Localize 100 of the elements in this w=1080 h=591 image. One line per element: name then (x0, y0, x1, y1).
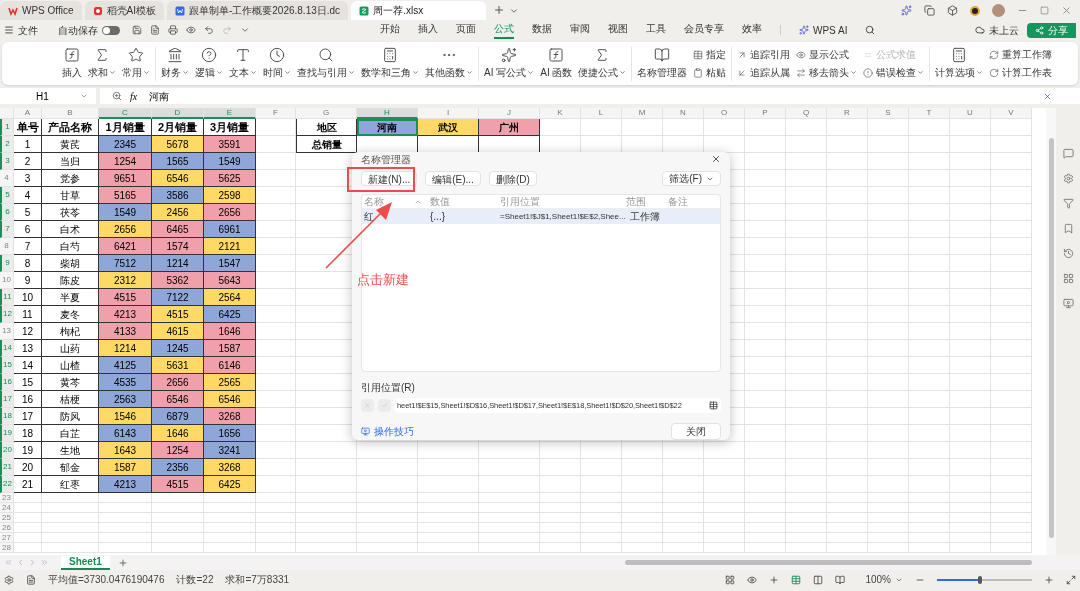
ribbon-button[interactable]: 追踪引用 (737, 47, 791, 62)
chevron-down-icon[interactable] (240, 25, 250, 35)
row-number[interactable]: 5 (0, 187, 14, 204)
zoom-slider-fill[interactable] (937, 578, 980, 581)
row-number[interactable]: 22 (0, 476, 14, 493)
history-icon[interactable] (1062, 248, 1074, 259)
function-label[interactable]: fx (130, 88, 138, 104)
filter-icon[interactable] (1062, 198, 1074, 209)
settings-icon[interactable] (4, 574, 14, 585)
ribbon-button[interactable]: 插入 (62, 47, 82, 80)
ribbon-button[interactable]: 计算工作表 (989, 65, 1053, 80)
ribbon-button[interactable]: 追踪从属 (737, 65, 791, 80)
ribbon-button[interactable]: 逻辑 (195, 47, 223, 80)
column-header[interactable]: 备注 (668, 194, 688, 209)
row-number[interactable]: 21 (0, 459, 14, 476)
row-number[interactable]: 4 (0, 170, 14, 187)
ribbon-button[interactable]: 求和 (88, 47, 116, 80)
row-number[interactable]: 16 (0, 374, 14, 391)
zoom-in-icon[interactable] (1044, 574, 1054, 585)
column-header[interactable]: 名称 (364, 194, 384, 209)
ribbon-tab[interactable]: 开始 (380, 21, 400, 39)
preview-icon[interactable] (186, 25, 196, 35)
undo-icon[interactable] (204, 25, 214, 35)
badge-icon[interactable] (970, 5, 980, 16)
close-button[interactable]: 关闭 (671, 423, 721, 440)
row-number[interactable]: 2 (0, 136, 14, 153)
close-icon[interactable] (711, 154, 721, 164)
cloud-status[interactable]: 未上云 (975, 22, 1019, 38)
range-picker-icon[interactable] (709, 401, 718, 410)
column-letter[interactable]: R (827, 108, 868, 119)
grid-icon[interactable] (725, 574, 736, 585)
page-view-icon[interactable] (813, 574, 824, 585)
autosave-toggle[interactable] (102, 25, 120, 35)
column-letter[interactable]: U (950, 108, 991, 119)
ribbon-button[interactable]: 指定 (693, 47, 727, 62)
clear-icon[interactable] (1043, 91, 1052, 101)
ribbon-button[interactable]: 错误检查 (863, 65, 925, 80)
tips-link[interactable]: 操作技巧 (361, 424, 414, 439)
row-number[interactable]: 13 (0, 323, 14, 340)
row-number[interactable]: 15 (0, 357, 14, 374)
row-number[interactable]: 12 (0, 306, 14, 323)
column-letter[interactable]: C (99, 108, 152, 119)
ribbon-button[interactable]: 时间 (263, 47, 291, 80)
column-letter[interactable]: P (745, 108, 786, 119)
avatar[interactable] (992, 4, 1005, 17)
ribbon-tab[interactable]: 审阅 (570, 21, 590, 39)
ribbon-button[interactable]: 数学和三角 (361, 47, 419, 80)
column-letter[interactable]: D (152, 108, 204, 119)
ribbon-button[interactable]: 重算工作簿 (989, 47, 1053, 62)
column-letter[interactable]: V (991, 108, 1032, 119)
book-icon[interactable] (835, 574, 846, 585)
ribbon-button[interactable]: 常用 (122, 47, 150, 80)
row-number[interactable]: 19 (0, 425, 14, 442)
row-number[interactable]: 6 (0, 204, 14, 221)
row-number[interactable]: 9 (0, 255, 14, 272)
ribbon-button[interactable]: 查找与引用 (297, 47, 355, 80)
grid-icon[interactable] (1062, 273, 1074, 284)
row-number[interactable]: 20 (0, 442, 14, 459)
column-letter[interactable]: B (42, 108, 99, 119)
column-letter[interactable]: E (204, 108, 256, 119)
chevron-down-icon[interactable] (509, 6, 520, 16)
ribbon-button[interactable]: 移去箭头 (796, 65, 858, 80)
column-letter[interactable]: L (581, 108, 622, 119)
ribbon-button[interactable]: AI 写公式 (484, 47, 535, 80)
row-number[interactable]: 3 (0, 153, 14, 170)
document-tab[interactable]: 跟单制单-工作概要2026.8.13日.dc (166, 1, 349, 20)
ribbon-button[interactable]: AI 函数 (540, 47, 573, 80)
maximize-icon[interactable] (1040, 6, 1049, 15)
document-tab[interactable]: WPS Office (0, 1, 82, 20)
settings-icon[interactable] (1062, 173, 1074, 184)
filter-button[interactable]: 筛选(F) (662, 171, 721, 186)
column-letter[interactable]: A (14, 108, 42, 119)
column-letter[interactable]: G (296, 108, 357, 119)
document-tab[interactable]: 稻壳AI模板 (84, 1, 164, 20)
ribbon-tab[interactable]: 公式 (494, 21, 514, 39)
column-letter[interactable]: J (479, 108, 540, 119)
add-sheet-icon[interactable] (117, 557, 128, 568)
crosshair-icon[interactable] (769, 574, 780, 585)
eye-icon[interactable] (747, 574, 758, 585)
column-letter[interactable]: I (418, 108, 479, 119)
column-letter[interactable]: S (868, 108, 909, 119)
bookmark-icon[interactable] (1062, 223, 1074, 234)
ribbon-tab[interactable]: 页面 (456, 21, 476, 39)
print-icon[interactable] (168, 25, 178, 35)
ribbon-tab[interactable]: 会员专享 (684, 21, 724, 39)
vertical-scrollbar[interactable] (1046, 108, 1056, 555)
wps-ai-tab[interactable]: WPS AI (799, 22, 848, 38)
ribbon-button[interactable]: 名称管理器 (637, 47, 688, 80)
column-header[interactable]: 范围 (626, 194, 646, 209)
column-header[interactable]: 数值 (430, 194, 450, 209)
column-letter[interactable]: O (704, 108, 745, 119)
dialog-button[interactable]: 编辑(E)... (425, 171, 481, 186)
row-number[interactable]: 8 (0, 238, 14, 255)
column-letter[interactable]: N (663, 108, 704, 119)
ribbon-button[interactable]: 其他函数 (425, 47, 473, 80)
document-icon[interactable] (26, 574, 36, 585)
row-number[interactable]: 10 (0, 272, 14, 289)
copy-icon[interactable] (924, 5, 935, 16)
column-letter[interactable]: K (540, 108, 581, 119)
column-letter[interactable]: Q (786, 108, 827, 119)
